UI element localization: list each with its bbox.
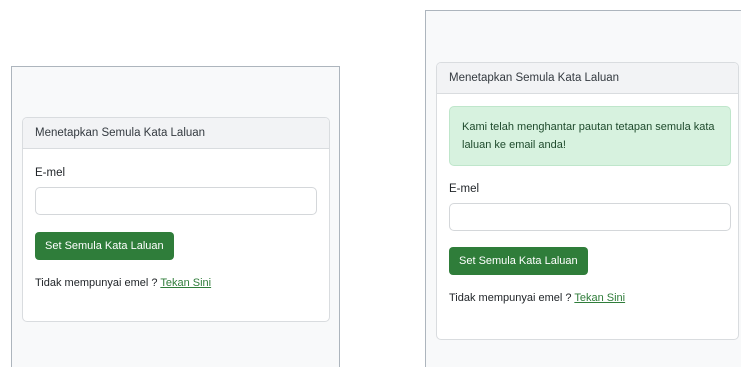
card-title: Menetapkan Semula Kata Laluan — [23, 118, 329, 149]
no-email-text: Tidak mempunyai emel ? — [35, 277, 161, 289]
reset-password-card: Menetapkan Semula Kata Laluan E-mel Set … — [22, 117, 330, 322]
reset-password-screen-after: Menetapkan Semula Kata Laluan Kami telah… — [425, 10, 741, 367]
card-body: Kami telah menghantar pautan tetapan sem… — [437, 106, 738, 304]
reset-password-card: Menetapkan Semula Kata Laluan Kami telah… — [436, 62, 739, 340]
reset-password-button[interactable]: Set Semula Kata Laluan — [35, 232, 174, 260]
no-email-footer: Tidak mempunyai emel ? Tekan Sini — [35, 277, 317, 289]
email-label: E-mel — [35, 167, 66, 179]
no-email-text: Tidak mempunyai emel ? — [449, 292, 575, 304]
card-body: E-mel Set Semula Kata Laluan Tidak mempu… — [23, 167, 329, 289]
email-field[interactable] — [35, 187, 317, 215]
email-label: E-mel — [449, 183, 480, 195]
card-title: Menetapkan Semula Kata Laluan — [437, 63, 738, 94]
reset-password-screen-before: Menetapkan Semula Kata Laluan E-mel Set … — [11, 66, 340, 367]
no-email-footer: Tidak mempunyai emel ? Tekan Sini — [449, 292, 726, 304]
email-field[interactable] — [449, 203, 731, 231]
click-here-link[interactable]: Tekan Sini — [160, 277, 211, 289]
reset-password-button[interactable]: Set Semula Kata Laluan — [449, 247, 588, 275]
success-alert: Kami telah menghantar pautan tetapan sem… — [449, 106, 731, 166]
click-here-link[interactable]: Tekan Sini — [574, 292, 625, 304]
